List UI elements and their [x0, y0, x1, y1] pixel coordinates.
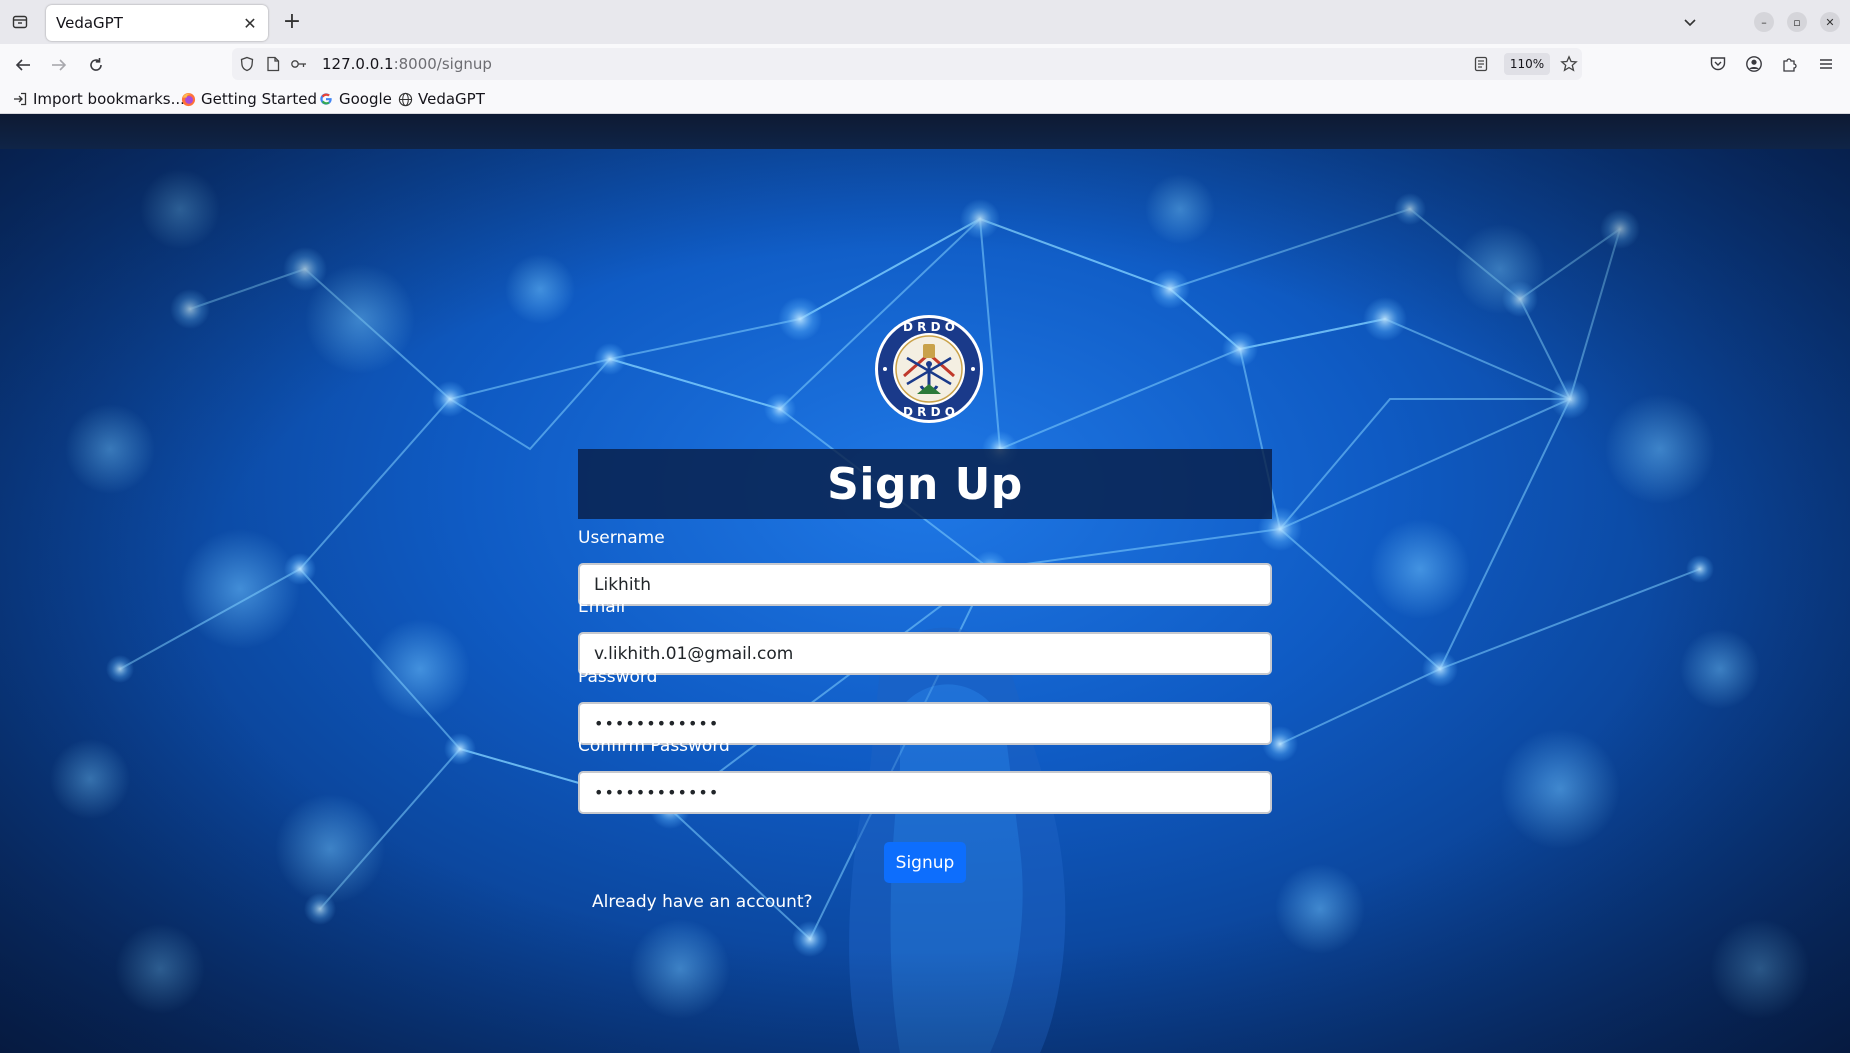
- pocket-icon[interactable]: [1707, 53, 1729, 75]
- browser-tab-bar: VedaGPT ✕ + – ▫ ✕: [0, 0, 1850, 44]
- bookmark-label: Google: [339, 90, 392, 108]
- window-close-icon[interactable]: ✕: [1820, 12, 1840, 32]
- new-tab-icon[interactable]: +: [280, 10, 304, 34]
- url-text[interactable]: 127.0.0.1:8000/signup: [322, 55, 492, 73]
- url-bar[interactable]: 127.0.0.1:8000/signup 110%: [232, 48, 1582, 80]
- reader-view-icon[interactable]: [1472, 55, 1490, 73]
- reload-icon[interactable]: [83, 52, 109, 78]
- page-title: Sign Up: [827, 458, 1023, 510]
- account-icon[interactable]: [1743, 53, 1765, 75]
- minimize-icon[interactable]: –: [1754, 12, 1774, 32]
- bookmark-getting-started[interactable]: Getting Started: [180, 89, 317, 109]
- zoom-level[interactable]: 110%: [1504, 53, 1550, 75]
- shield-icon[interactable]: [238, 55, 256, 73]
- drdo-logo: D R D O D R D O: [875, 315, 983, 423]
- globe-icon: [397, 91, 413, 107]
- chevron-down-icon[interactable]: [1678, 10, 1702, 34]
- signup-page: D R D O D R D O Sign Up Username Likhith…: [0, 114, 1850, 1053]
- logo-top-text: D R D O: [903, 320, 955, 334]
- email-label: Email: [578, 597, 626, 617]
- logo-bottom-text: D R D O: [903, 405, 955, 419]
- forward-icon[interactable]: [46, 52, 72, 78]
- browser-nav-bar: 127.0.0.1:8000/signup 110%: [0, 44, 1850, 84]
- menu-icon[interactable]: [1815, 53, 1837, 75]
- bookmark-vedagpt[interactable]: VedaGPT: [397, 89, 485, 109]
- password-label: Password: [578, 667, 658, 687]
- bookmark-label: Import bookmarks...: [33, 90, 185, 108]
- bookmark-label: VedaGPT: [418, 90, 485, 108]
- bookmark-import[interactable]: Import bookmarks...: [12, 89, 185, 109]
- email-field[interactable]: v.likhith.01@gmail.com: [578, 632, 1272, 675]
- bookmarks-toolbar: Import bookmarks... Getting Started Goog…: [0, 84, 1850, 114]
- close-tab-icon[interactable]: ✕: [240, 13, 260, 33]
- google-icon: [318, 91, 334, 107]
- page-icon[interactable]: [264, 55, 282, 73]
- bookmark-google[interactable]: Google: [318, 89, 392, 109]
- site-header-bar: [0, 114, 1850, 149]
- back-icon[interactable]: [10, 52, 36, 78]
- restore-icon[interactable]: ▫: [1787, 12, 1807, 32]
- confirm-password-field[interactable]: ••••••••••••: [578, 771, 1272, 814]
- url-host: 127.0.0.1: [322, 55, 394, 73]
- username-field[interactable]: Likhith: [578, 563, 1272, 606]
- key-icon[interactable]: [290, 55, 308, 73]
- firefox-icon: [180, 91, 196, 107]
- bookmark-label: Getting Started: [201, 90, 317, 108]
- browser-tab[interactable]: VedaGPT ✕: [46, 5, 268, 41]
- url-path: :8000/signup: [393, 55, 492, 73]
- signup-button[interactable]: Signup: [884, 842, 966, 883]
- import-icon: [12, 91, 28, 107]
- tab-list-icon[interactable]: [8, 10, 32, 34]
- username-label: Username: [578, 528, 665, 548]
- confirm-password-label: Confirm Password: [578, 736, 730, 756]
- tab-title: VedaGPT: [56, 14, 123, 32]
- form-title-bar: Sign Up: [578, 449, 1272, 519]
- bookmark-star-icon[interactable]: [1560, 55, 1578, 73]
- extensions-icon[interactable]: [1779, 53, 1801, 75]
- login-link[interactable]: Already have an account?: [592, 892, 813, 912]
